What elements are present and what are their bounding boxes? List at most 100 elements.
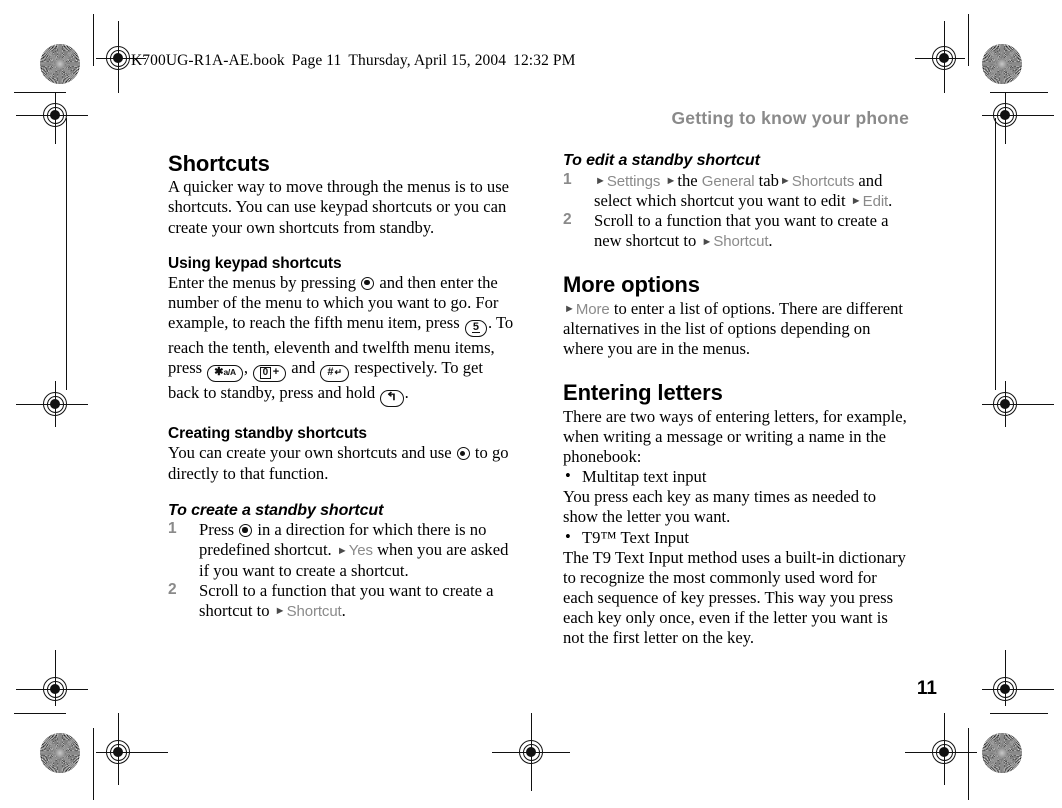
heading-to-create-a-standby-shortcut: To create a standby shortcut [168,501,384,519]
key-zero-icon: 0 + [253,365,287,383]
key-hash-icon: #↵ [320,365,350,383]
step-number: 2 [168,580,177,598]
entering-letters-bullets-2: • T9™ Text Input [563,526,911,548]
t9-description: The T9 Text Input method uses a built-in… [563,547,906,648]
edit-step1-mid1: the [677,170,698,190]
list-item: 1 ►Settings ►the General tab►Shortcuts an… [563,171,911,211]
menu-label-more: More [575,300,610,318]
registration-rosette-top-right [982,44,1022,84]
bullet-icon: • [565,526,571,546]
registration-target-right-upper [982,92,1054,144]
edit-step2-part2: . [768,231,773,251]
entering-letters-intro: There are two ways of entering letters, … [563,406,907,466]
create-shortcut-steps: 1 Press in a direction for which there is… [168,520,516,621]
file-banner: K700UG-R1A-AE.book Page 11 Thursday, April… [131,52,576,70]
banner-time: 12:32 PM [513,52,576,69]
registration-target-left-lower [16,650,88,706]
trim-line-right-top-horizontal [990,92,1048,93]
trim-line-top-left-vertical [93,14,94,66]
menu-arrow-icon: ► [779,175,791,188]
step-number: 2 [563,211,572,229]
banner-date: Thursday, April 15, 2004 [348,52,507,69]
registration-target-right-middle [982,381,1054,427]
trim-line-right-bottom-horizontal [990,713,1048,714]
key-back-icon: ↰ [380,390,404,408]
step-number: 1 [563,170,572,188]
trim-line-bottom-left-vertical [93,728,94,800]
list-item: 1 Press in a direction for which there is… [168,520,516,581]
step1-part1: Press [199,520,235,540]
key-zero-plus-label: + [272,366,280,379]
banner-filename: K700UG-R1A-AE.book [131,52,285,69]
menu-label-shortcut: Shortcut [286,602,342,620]
registration-target-top-right [915,21,965,93]
key-five-label: 5 [471,321,480,334]
running-header: Getting to know your phone [671,108,909,128]
menu-arrow-icon: ► [665,175,677,188]
menu-label-edit: Edit [862,192,889,210]
heading-to-edit-a-standby-shortcut: To edit a standby shortcut [563,152,760,169]
bullet-label-t9: T9™ Text Input [582,527,689,547]
page-title-shortcuts: Shortcuts [168,151,270,176]
entering-letters-bullets: • Multitap text input [563,466,911,487]
list-item: 2 Scroll to a function that you want to c… [168,581,516,621]
key-hash-return-label: ↵ [334,367,343,378]
registration-target-top-left [96,21,146,93]
multitap-description: You press each key as many times as need… [563,487,877,527]
registration-target-bottom-right [905,713,977,785]
trim-line-bottom-right-vertical [968,728,969,800]
page-number: 11 [916,678,937,699]
key-zero-label: 0 [260,366,271,379]
registration-target-right-lower [982,650,1054,706]
keypad-text-4: , [243,358,248,378]
registration-target-bottom-center [492,713,570,791]
shortcuts-intro-paragraph: A quicker way to move through the menus … [168,177,510,237]
registration-rosette-bottom-right [982,733,1022,773]
keypad-text-7: . [404,383,409,403]
key-hash-label: # [327,366,334,379]
menu-label-yes: Yes [348,542,373,560]
step2-part2: . [341,600,346,620]
key-star-icon: ✱a/A [207,365,243,383]
edit-step1-tail: . [888,190,893,210]
left-text-column: Shortcuts A quicker way to move through … [168,152,516,621]
joystick-key-icon [361,276,375,290]
bullet-label-multitap: Multitap text input [582,467,707,487]
keypad-text-5: and [291,358,316,378]
heading-more-options: More options [563,272,700,298]
banner-page-label: Page 11 [291,52,342,69]
list-item: 2 Scroll to a function that you want to c… [563,211,911,251]
trim-line-left-middle [66,118,67,390]
heading-entering-letters: Entering letters [563,380,723,406]
key-back-label: ↰ [386,391,398,404]
registration-target-bottom-left [96,713,168,785]
list-item: • Multitap text input [563,466,911,487]
edit-step1-mid2: tab [758,170,779,190]
creating-text-1: You can create your own shortcuts and us… [168,443,452,463]
registration-rosette-top-left [40,44,80,84]
menu-arrow-icon: ► [564,303,575,316]
registration-target-left-middle [16,381,88,427]
step2-part1: Scroll to a function that you want to cr… [199,580,494,620]
trim-line-left-top-horizontal [14,92,66,93]
registration-rosette-bottom-left [40,733,80,773]
step-number: 1 [168,520,177,538]
menu-arrow-icon: ► [336,544,348,557]
more-options-paragraph: ►More to enter a list of options. There … [563,299,911,360]
more-options-text: to enter a list of options. There are di… [563,298,904,359]
trim-line-top-right-vertical [968,14,969,66]
menu-label-shortcuts: Shortcuts [791,172,855,190]
joystick-key-icon-3 [239,524,253,538]
key-five-icon: 5 [464,320,487,338]
key-star-label: a/A [223,367,236,378]
trim-line-right-middle [995,118,996,390]
menu-arrow-icon: ► [701,235,713,248]
right-text-column: To edit a standby shortcut 1 ►Settings ►t… [563,152,911,648]
trim-line-left-bottom-horizontal [14,713,66,714]
heading-creating-standby-shortcuts: Creating standby shortcuts [168,425,367,443]
edit-shortcut-steps: 1 ►Settings ►the General tab►Shortcuts an… [563,171,911,252]
keypad-text-1: Enter the menus by pressing [168,272,357,292]
bullet-icon: • [565,466,571,486]
joystick-key-icon-2 [456,447,470,461]
menu-label-general: General [701,172,755,190]
